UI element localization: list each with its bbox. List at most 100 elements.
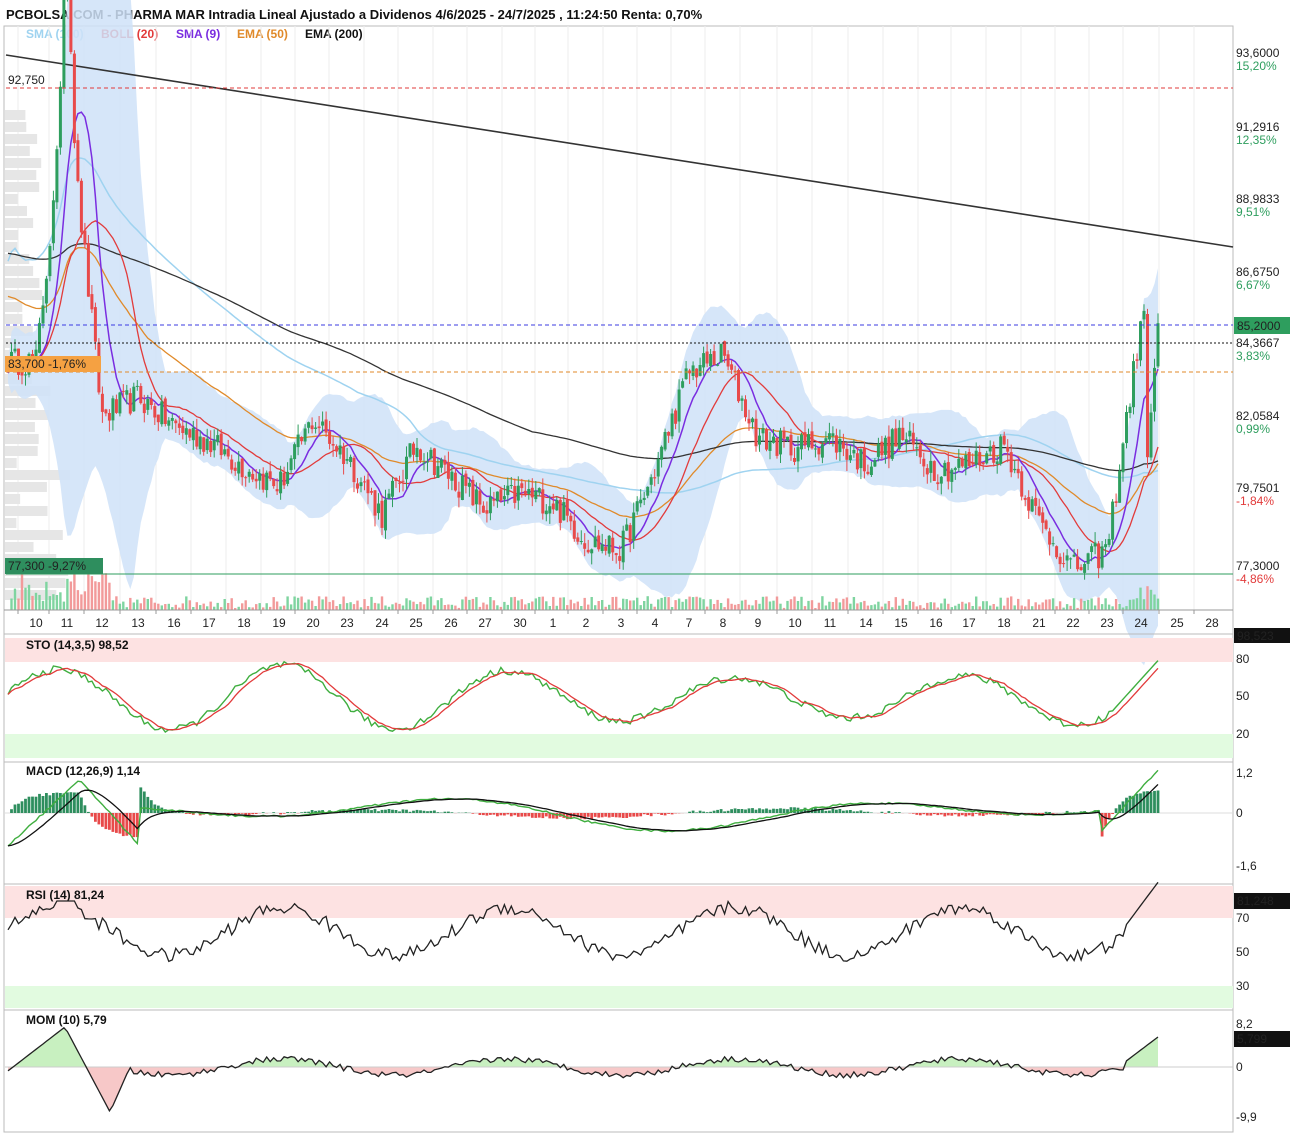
- candle-body: [513, 486, 517, 503]
- candle-body: [258, 473, 262, 481]
- candle-body: [712, 351, 716, 365]
- macd-histogram-bar: [184, 813, 188, 814]
- volume-bar: [964, 603, 967, 610]
- signal-line: [7, 783, 1159, 847]
- date-label-11: 25: [409, 616, 423, 630]
- macd-histogram-bar: [359, 809, 363, 813]
- volume-bar: [489, 597, 492, 610]
- macd-histogram-bar: [1132, 795, 1135, 813]
- price-tick-0: 93,6000: [1236, 46, 1280, 60]
- candle-body: [772, 436, 775, 443]
- macd-histogram-bar: [83, 805, 87, 813]
- candle-body: [69, 0, 73, 52]
- macd-histogram-bar: [401, 809, 405, 813]
- volume-bar: [258, 603, 261, 610]
- candle-body: [265, 472, 269, 491]
- high-level-label: 92,750: [8, 73, 45, 87]
- candle-body: [118, 392, 122, 414]
- candle-body: [125, 390, 129, 395]
- volume-bar: [293, 596, 296, 610]
- macd-histogram-bar: [34, 796, 38, 813]
- volume-bar: [1003, 605, 1006, 610]
- macd-histogram-bar: [447, 811, 450, 813]
- volume-bar: [684, 599, 688, 610]
- macd-histogram-bar: [838, 809, 842, 813]
- candle-body: [765, 429, 768, 450]
- candle-body: [114, 399, 118, 413]
- volume-bar: [712, 604, 716, 610]
- volume-bar: [1027, 599, 1030, 610]
- candle-body: [317, 426, 321, 429]
- volume-bar: [1128, 599, 1132, 610]
- volume-bar: [744, 599, 747, 610]
- macd-histogram-bar: [282, 813, 286, 814]
- price-pct-3: 6,67%: [1236, 278, 1270, 292]
- candle-body: [1135, 359, 1139, 361]
- candle-body: [845, 448, 849, 460]
- volume-bar: [433, 605, 436, 610]
- macd-histogram-bar: [1114, 808, 1118, 813]
- macd-histogram-bar: [978, 813, 982, 816]
- volume-bar: [324, 596, 328, 610]
- profile-bar: [5, 302, 23, 312]
- candle-body: [146, 398, 150, 410]
- macd-histogram-bar: [828, 810, 831, 813]
- candle-body: [474, 489, 478, 505]
- volume-bar: [646, 596, 649, 610]
- volume-bar: [314, 606, 317, 610]
- volume-bar: [94, 581, 97, 610]
- candle-body: [590, 549, 594, 554]
- macd-histogram-bar: [254, 813, 258, 814]
- candle-body: [600, 544, 604, 551]
- candle-body: [768, 441, 772, 451]
- candle-body: [293, 444, 297, 460]
- volume-bar: [303, 602, 307, 610]
- macd-histogram-bar: [523, 813, 527, 817]
- profile-bar: [5, 290, 43, 300]
- candle-body: [300, 437, 304, 442]
- volume-bar: [657, 599, 660, 610]
- candle-body: [632, 512, 636, 541]
- volume-bar: [80, 594, 83, 610]
- volume-bar: [328, 601, 331, 610]
- macd-histogram-bar: [104, 813, 108, 830]
- candle-body: [698, 365, 702, 376]
- candle-body: [184, 428, 188, 435]
- price-tick-3: 86,6750: [1236, 265, 1280, 279]
- date-label-13: 27: [478, 616, 492, 630]
- date-label-14: 30: [513, 616, 527, 630]
- volume-bar: [510, 597, 513, 610]
- volume-bar: [709, 599, 712, 610]
- macd-histogram-bar: [779, 808, 782, 813]
- volume-bar: [223, 599, 226, 610]
- volume-bar: [1086, 599, 1090, 610]
- volume-bar: [719, 603, 723, 610]
- candle-body: [251, 473, 255, 480]
- candle-body: [307, 422, 311, 428]
- candle-body: [555, 500, 559, 511]
- macd-histogram-bar: [27, 796, 31, 813]
- volume-bar: [677, 598, 681, 610]
- volume-bar: [429, 596, 433, 610]
- volume-bars: [10, 572, 1160, 610]
- volume-bar: [688, 596, 691, 610]
- candle-body: [751, 418, 754, 423]
- candle-body: [370, 491, 373, 493]
- candle-body: [1009, 452, 1013, 473]
- candle-body: [384, 499, 387, 531]
- volume-bar: [943, 598, 946, 610]
- macd-histogram-bar: [373, 808, 377, 813]
- macd-histogram-bar: [635, 813, 639, 817]
- candle-body: [831, 433, 835, 437]
- volume-bar: [408, 600, 412, 610]
- candle-body: [282, 472, 286, 486]
- macd-histogram-bar: [1142, 791, 1146, 813]
- macd-histogram-bar: [1051, 813, 1055, 814]
- macd-histogram-bar: [988, 813, 992, 815]
- volume-bar: [83, 591, 87, 610]
- price-pct-7: -4,86%: [1236, 572, 1274, 586]
- volume-bar: [345, 603, 349, 610]
- macd-histogram-bar: [41, 796, 45, 813]
- macd-histogram-bar: [387, 809, 391, 813]
- macd-histogram-bar: [62, 793, 66, 813]
